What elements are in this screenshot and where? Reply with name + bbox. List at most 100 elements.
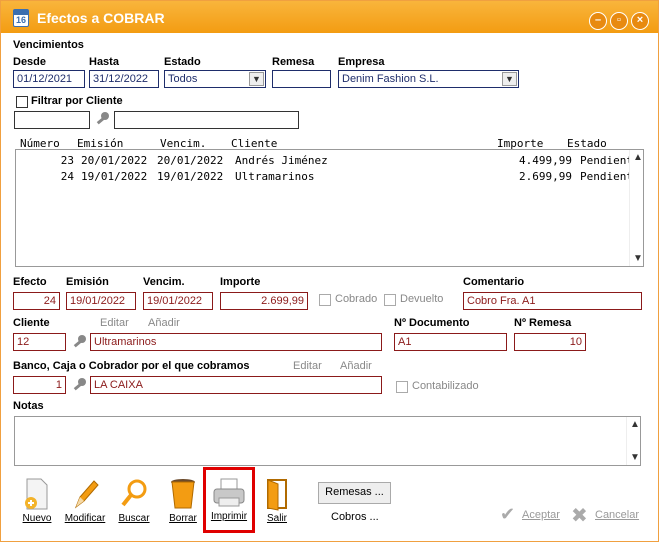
borrar-label: Borrar xyxy=(169,513,197,524)
list-scrollbar[interactable]: ▲ ▼ xyxy=(629,150,643,266)
importe-label: Importe xyxy=(220,276,261,288)
table-row[interactable]: 24 19/01/2022 19/01/2022 Ultramarinos 2.… xyxy=(16,170,640,186)
aceptar-label: Aceptar xyxy=(522,509,560,521)
filtrar-cliente-label: Filtrar por Cliente xyxy=(31,95,123,107)
cell-vencim: 20/01/2022 xyxy=(157,154,224,167)
cobros-button[interactable]: Cobros ... xyxy=(331,511,379,523)
salir-button[interactable]: Salir xyxy=(263,477,291,524)
imprimir-label: Imprimir xyxy=(210,511,248,522)
nuevo-label: Nuevo xyxy=(22,513,52,524)
vencim-label: Vencim. xyxy=(143,276,185,288)
window-title: Efectos a COBRAR xyxy=(37,10,165,26)
cliente-label: Cliente xyxy=(13,317,50,329)
hasta-label: Hasta xyxy=(89,56,119,68)
vencim-input[interactable]: 19/01/2022 xyxy=(143,292,213,310)
maximize-button[interactable]: ▫ xyxy=(610,12,628,30)
scroll-down-icon[interactable]: ▼ xyxy=(630,452,640,463)
desde-label: Desde xyxy=(13,56,47,68)
printer-icon xyxy=(213,478,245,507)
empresa-select-value: Denim Fashion S.L. xyxy=(342,73,439,85)
key-icon[interactable] xyxy=(71,377,87,393)
hasta-input[interactable]: 31/12/2022 xyxy=(89,70,159,88)
key-icon[interactable] xyxy=(71,334,87,350)
contabilizado-label: Contabilizado xyxy=(412,380,479,392)
cliente-name-input[interactable]: Ultramarinos xyxy=(90,333,382,351)
chevron-down-icon[interactable]: ▼ xyxy=(502,72,517,86)
cancelar-button[interactable]: ✖ Cancelar xyxy=(571,505,641,527)
calendar-icon: 16 xyxy=(13,9,29,27)
cross-icon: ✖ xyxy=(571,505,588,527)
desde-input[interactable]: 01/12/2021 xyxy=(13,70,85,88)
empresa-select[interactable]: Denim Fashion S.L. ▼ xyxy=(338,70,519,88)
empresa-label: Empresa xyxy=(338,56,385,68)
checkmark-icon: ✔ xyxy=(500,504,516,524)
cell-importe: 2.699,99 xyxy=(519,170,572,183)
borrar-button[interactable]: Borrar xyxy=(166,477,200,524)
minimize-button[interactable]: – xyxy=(589,12,607,30)
modificar-button[interactable]: Modificar xyxy=(64,477,106,524)
buscar-label: Buscar xyxy=(118,513,150,524)
filtro-cliente-code-input[interactable] xyxy=(14,111,90,129)
table-row[interactable]: 23 20/01/2022 20/01/2022 Andrés Jiménez … xyxy=(16,154,640,170)
vencimientos-label: Vencimientos xyxy=(13,39,84,51)
cell-numero: 24 xyxy=(60,170,74,183)
trash-bin-icon xyxy=(171,479,195,509)
exit-door-icon xyxy=(267,479,287,511)
cell-numero: 23 xyxy=(60,154,74,167)
estado-select-value: Todos xyxy=(168,73,198,85)
nremesa-input[interactable]: 10 xyxy=(514,333,586,351)
buscar-button[interactable]: Buscar xyxy=(116,477,152,524)
cell-cliente: Ultramarinos xyxy=(235,170,315,183)
imprimir-button[interactable]: Imprimir xyxy=(203,467,255,533)
close-button[interactable]: × xyxy=(631,12,649,30)
emision-input[interactable]: 19/01/2022 xyxy=(66,292,136,310)
contabilizado-checkbox[interactable] xyxy=(396,381,408,393)
cliente-anadir-link[interactable]: Añadir xyxy=(148,317,180,329)
devuelto-label: Devuelto xyxy=(400,293,444,305)
title-bar: 16 Efectos a COBRAR – ▫ × xyxy=(1,1,658,33)
nremesa-label: Nº Remesa xyxy=(514,317,572,329)
notas-label: Notas xyxy=(13,400,44,412)
banco-name-input[interactable]: LA CAIXA xyxy=(90,376,382,394)
notas-textarea[interactable]: ▲ ▼ xyxy=(14,416,641,466)
banco-anadir-link[interactable]: Añadir xyxy=(340,360,372,372)
notas-scrollbar[interactable]: ▲ ▼ xyxy=(626,417,640,465)
filtro-cliente-name-input[interactable] xyxy=(114,111,299,129)
banco-label: Banco, Caja o Cobrador por el que cobram… xyxy=(13,360,250,372)
chevron-down-icon[interactable]: ▼ xyxy=(249,72,264,86)
aceptar-button[interactable]: ✔ Aceptar xyxy=(498,504,562,526)
remesa-input[interactable] xyxy=(272,70,331,88)
comentario-input[interactable]: Cobro Fra. A1 xyxy=(463,292,642,310)
efecto-label: Efecto xyxy=(13,276,47,288)
new-document-icon xyxy=(25,478,48,510)
main-window: 16 Efectos a COBRAR – ▫ × Vencimientos D… xyxy=(0,0,659,542)
cell-cliente: Andrés Jiménez xyxy=(235,154,328,167)
modificar-label: Modificar xyxy=(64,513,106,524)
cobrado-checkbox[interactable] xyxy=(319,294,331,306)
magnifier-icon xyxy=(121,479,147,507)
banco-code-input[interactable]: 1 xyxy=(13,376,66,394)
nuevo-button[interactable]: Nuevo xyxy=(19,477,55,524)
filtrar-cliente-checkbox[interactable] xyxy=(16,96,28,108)
cobrado-label: Cobrado xyxy=(335,293,378,305)
remesas-button[interactable]: Remesas ... xyxy=(318,482,391,504)
scroll-up-icon[interactable]: ▲ xyxy=(630,419,640,430)
importe-input[interactable]: 2.699,99 xyxy=(220,292,308,310)
salir-label: Salir xyxy=(266,513,287,524)
scroll-down-icon[interactable]: ▼ xyxy=(633,253,643,264)
devuelto-checkbox[interactable] xyxy=(384,294,396,306)
scroll-up-icon[interactable]: ▲ xyxy=(633,152,643,163)
banco-editar-link[interactable]: Editar xyxy=(293,360,322,372)
estado-label: Estado xyxy=(164,56,201,68)
documento-input[interactable]: A1 xyxy=(394,333,507,351)
efectos-list[interactable]: 23 20/01/2022 20/01/2022 Andrés Jiménez … xyxy=(15,149,644,267)
key-icon[interactable] xyxy=(94,111,110,127)
cliente-code-input[interactable]: 12 xyxy=(13,333,66,351)
cell-importe: 4.499,99 xyxy=(519,154,572,167)
efecto-input[interactable]: 24 xyxy=(13,292,60,310)
estado-select[interactable]: Todos ▼ xyxy=(164,70,266,88)
cell-emision: 20/01/2022 xyxy=(81,154,148,167)
documento-label: Nº Documento xyxy=(394,317,470,329)
cliente-editar-link[interactable]: Editar xyxy=(100,317,129,329)
cancelar-label: Cancelar xyxy=(595,509,640,521)
